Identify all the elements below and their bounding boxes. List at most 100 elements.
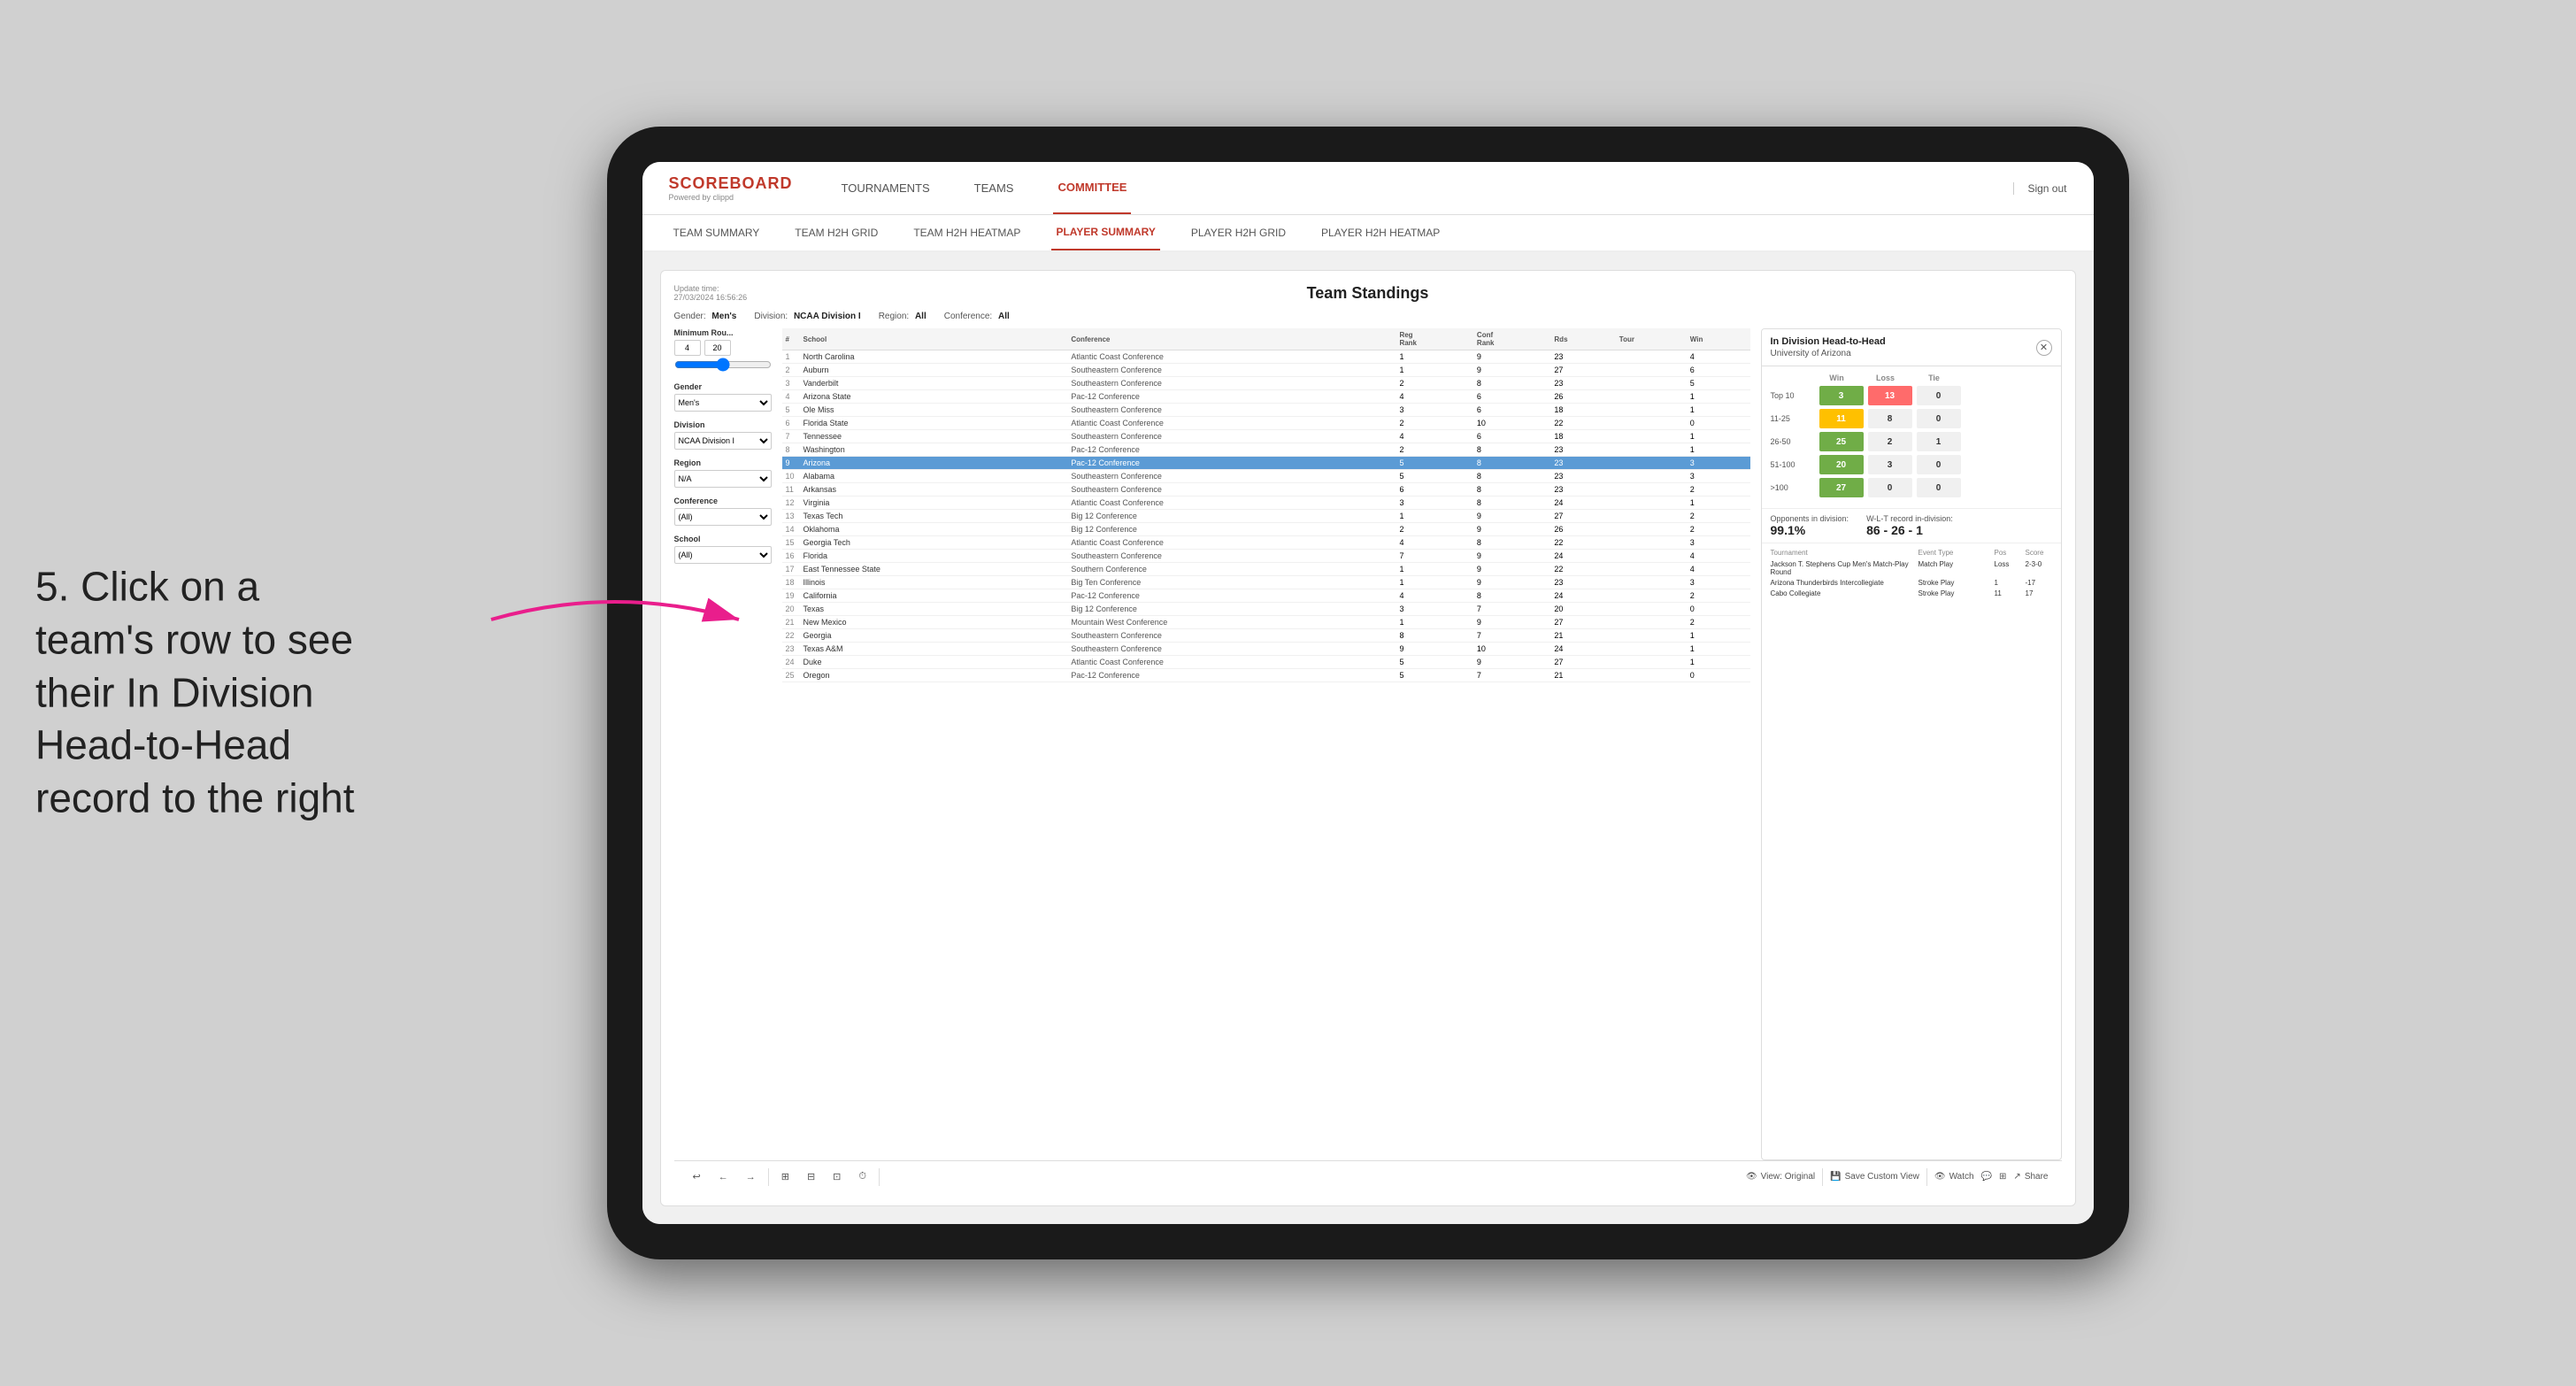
cell-reg-rank: 2 <box>1396 443 1473 457</box>
comment-button[interactable]: 💬 <box>1981 1172 1992 1182</box>
table-row[interactable]: 7 Tennessee Southeastern Conference 4 6 … <box>782 430 1750 443</box>
col-conference: Conference <box>1067 328 1396 350</box>
h2h-top10-win: 3 <box>1819 386 1864 405</box>
save-custom-view-button[interactable]: 💾 Save Custom View <box>1830 1172 1919 1182</box>
table-row[interactable]: 8 Washington Pac-12 Conference 2 8 23 1 <box>782 443 1750 457</box>
table-row[interactable]: 11 Arkansas Southeastern Conference 6 8 … <box>782 483 1750 497</box>
cell-tour <box>1616 497 1687 510</box>
h2h-close-button[interactable]: ✕ <box>2036 340 2052 356</box>
cell-rank: 9 <box>782 457 800 470</box>
table-row[interactable]: 15 Georgia Tech Atlantic Coast Conferenc… <box>782 536 1750 550</box>
sign-out-button[interactable]: Sign out <box>2013 182 2066 195</box>
zoom-out-button[interactable]: ⊟ <box>802 1169 820 1184</box>
table-row[interactable]: 10 Alabama Southeastern Conference 5 8 2… <box>782 470 1750 483</box>
nav-teams[interactable]: TEAMS <box>970 162 1019 214</box>
cell-reg-rank: 2 <box>1396 523 1473 536</box>
cell-school: Virginia <box>800 497 1068 510</box>
cell-rank: 23 <box>782 643 800 656</box>
zoom-in-button[interactable]: ⊞ <box>776 1169 795 1184</box>
cell-rank: 6 <box>782 417 800 430</box>
sub-nav-team-h2h-heatmap[interactable]: TEAM H2H HEATMAP <box>909 215 1025 250</box>
sub-nav-team-summary[interactable]: TEAM SUMMARY <box>669 215 765 250</box>
cell-reg-rank: 4 <box>1396 536 1473 550</box>
logo-area: SCOREBOARD Powered by clippd <box>669 174 793 202</box>
h2h-team-name: University of Arizona <box>1771 349 1886 358</box>
share-button[interactable]: ↗ Share <box>2013 1172 2048 1182</box>
table-row[interactable]: 5 Ole Miss Southeastern Conference 3 6 1… <box>782 404 1750 417</box>
cell-rds: 24 <box>1550 589 1615 603</box>
table-row[interactable]: 20 Texas Big 12 Conference 3 7 20 0 <box>782 603 1750 616</box>
cell-rds: 23 <box>1550 377 1615 390</box>
cell-conf-rank: 8 <box>1473 497 1550 510</box>
grid-button[interactable]: ⊞ <box>1999 1172 2006 1182</box>
forward-button[interactable]: → <box>741 1170 761 1184</box>
h2h-1125-tie: 0 <box>1917 409 1961 428</box>
cell-conf-rank: 9 <box>1473 510 1550 523</box>
undo-button[interactable]: ↩ <box>688 1169 706 1184</box>
timer-button[interactable]: ⏱ <box>853 1169 872 1184</box>
table-row[interactable]: 19 California Pac-12 Conference 4 8 24 2 <box>782 589 1750 603</box>
table-row[interactable]: 17 East Tennessee State Southern Confere… <box>782 563 1750 576</box>
table-row[interactable]: 1 North Carolina Atlantic Coast Conferen… <box>782 350 1750 364</box>
cell-conf-rank: 8 <box>1473 377 1550 390</box>
cell-school: Georgia Tech <box>800 536 1068 550</box>
school-select[interactable]: (All) <box>674 546 772 564</box>
sub-nav-player-summary[interactable]: PLAYER SUMMARY <box>1051 215 1159 250</box>
nav-tournaments[interactable]: TOURNAMENTS <box>837 162 934 214</box>
h2h-grid-header: Win Loss Tie <box>1771 373 2052 382</box>
cell-reg-rank: 4 <box>1396 589 1473 603</box>
cell-rank: 14 <box>782 523 800 536</box>
share-icon: ↗ <box>2013 1172 2020 1182</box>
table-row[interactable]: 16 Florida Southeastern Conference 7 9 2… <box>782 550 1750 563</box>
cell-conference: Big 12 Conference <box>1067 510 1396 523</box>
cell-win: 1 <box>1687 443 1750 457</box>
table-row[interactable]: 2 Auburn Southeastern Conference 1 9 27 … <box>782 364 1750 377</box>
sub-nav-player-h2h-heatmap[interactable]: PLAYER H2H HEATMAP <box>1317 215 1444 250</box>
cell-win: 3 <box>1687 470 1750 483</box>
toolbar-sep-1 <box>768 1168 769 1186</box>
gender-select[interactable]: Men's Women's <box>674 394 772 412</box>
table-row[interactable]: 23 Texas A&M Southeastern Conference 9 1… <box>782 643 1750 656</box>
h2h-col-loss: Loss <box>1864 373 1908 382</box>
cell-rds: 24 <box>1550 643 1615 656</box>
cell-rank: 8 <box>782 443 800 457</box>
h2h-tour-header: Tournament Event Type Pos Score <box>1771 549 2052 557</box>
table-row[interactable]: 12 Virginia Atlantic Coast Conference 3 … <box>782 497 1750 510</box>
table-row[interactable]: 9 Arizona Pac-12 Conference 5 8 23 3 <box>782 457 1750 470</box>
table-row[interactable]: 13 Texas Tech Big 12 Conference 1 9 27 2 <box>782 510 1750 523</box>
division-filter-display: Division: NCAA Division I <box>754 312 860 321</box>
min-rounds-input-high[interactable] <box>704 340 731 356</box>
region-select[interactable]: N/A <box>674 470 772 488</box>
conference-select[interactable]: (All) <box>674 508 772 526</box>
watch-button[interactable]: 👁 Watch <box>1934 1172 1974 1182</box>
min-rounds-slider[interactable] <box>674 358 772 372</box>
view-original-button[interactable]: 👁 View: Original <box>1746 1172 1815 1182</box>
zoom-reset-button[interactable]: ⊡ <box>827 1169 846 1184</box>
table-row[interactable]: 22 Georgia Southeastern Conference 8 7 2… <box>782 629 1750 643</box>
cell-reg-rank: 1 <box>1396 510 1473 523</box>
sub-nav-team-h2h-grid[interactable]: TEAM H2H GRID <box>790 215 882 250</box>
table-row[interactable]: 21 New Mexico Mountain West Conference 1… <box>782 616 1750 629</box>
table-row[interactable]: 14 Oklahoma Big 12 Conference 2 9 26 2 <box>782 523 1750 536</box>
cell-conf-rank: 8 <box>1473 483 1550 497</box>
division-select[interactable]: NCAA Division I NCAA Division II NCAA Di… <box>674 432 772 450</box>
cell-rank: 7 <box>782 430 800 443</box>
cell-tour <box>1616 563 1687 576</box>
min-rounds-input-low[interactable] <box>674 340 701 356</box>
nav-committee[interactable]: COMMITTEE <box>1053 162 1131 214</box>
cell-tour <box>1616 536 1687 550</box>
h2h-tour-row-3: Cabo Collegiate Stroke Play 11 17 <box>1771 589 2052 597</box>
panel-body: Minimum Rou... Gender Men's <box>674 328 2062 1160</box>
col-conf-rank: ConfRank <box>1473 328 1550 350</box>
cell-win: 2 <box>1687 510 1750 523</box>
cell-conf-rank: 7 <box>1473 603 1550 616</box>
sub-nav-player-h2h-grid[interactable]: PLAYER H2H GRID <box>1187 215 1290 250</box>
table-row[interactable]: 6 Florida State Atlantic Coast Conferenc… <box>782 417 1750 430</box>
table-row[interactable]: 24 Duke Atlantic Coast Conference 5 9 27… <box>782 656 1750 669</box>
table-row[interactable]: 18 Illinois Big Ten Conference 1 9 23 3 <box>782 576 1750 589</box>
cell-rds: 21 <box>1550 629 1615 643</box>
back-button[interactable]: ← <box>713 1170 734 1184</box>
table-row[interactable]: 4 Arizona State Pac-12 Conference 4 6 26… <box>782 390 1750 404</box>
table-row[interactable]: 3 Vanderbilt Southeastern Conference 2 8… <box>782 377 1750 390</box>
table-row[interactable]: 25 Oregon Pac-12 Conference 5 7 21 0 <box>782 669 1750 682</box>
